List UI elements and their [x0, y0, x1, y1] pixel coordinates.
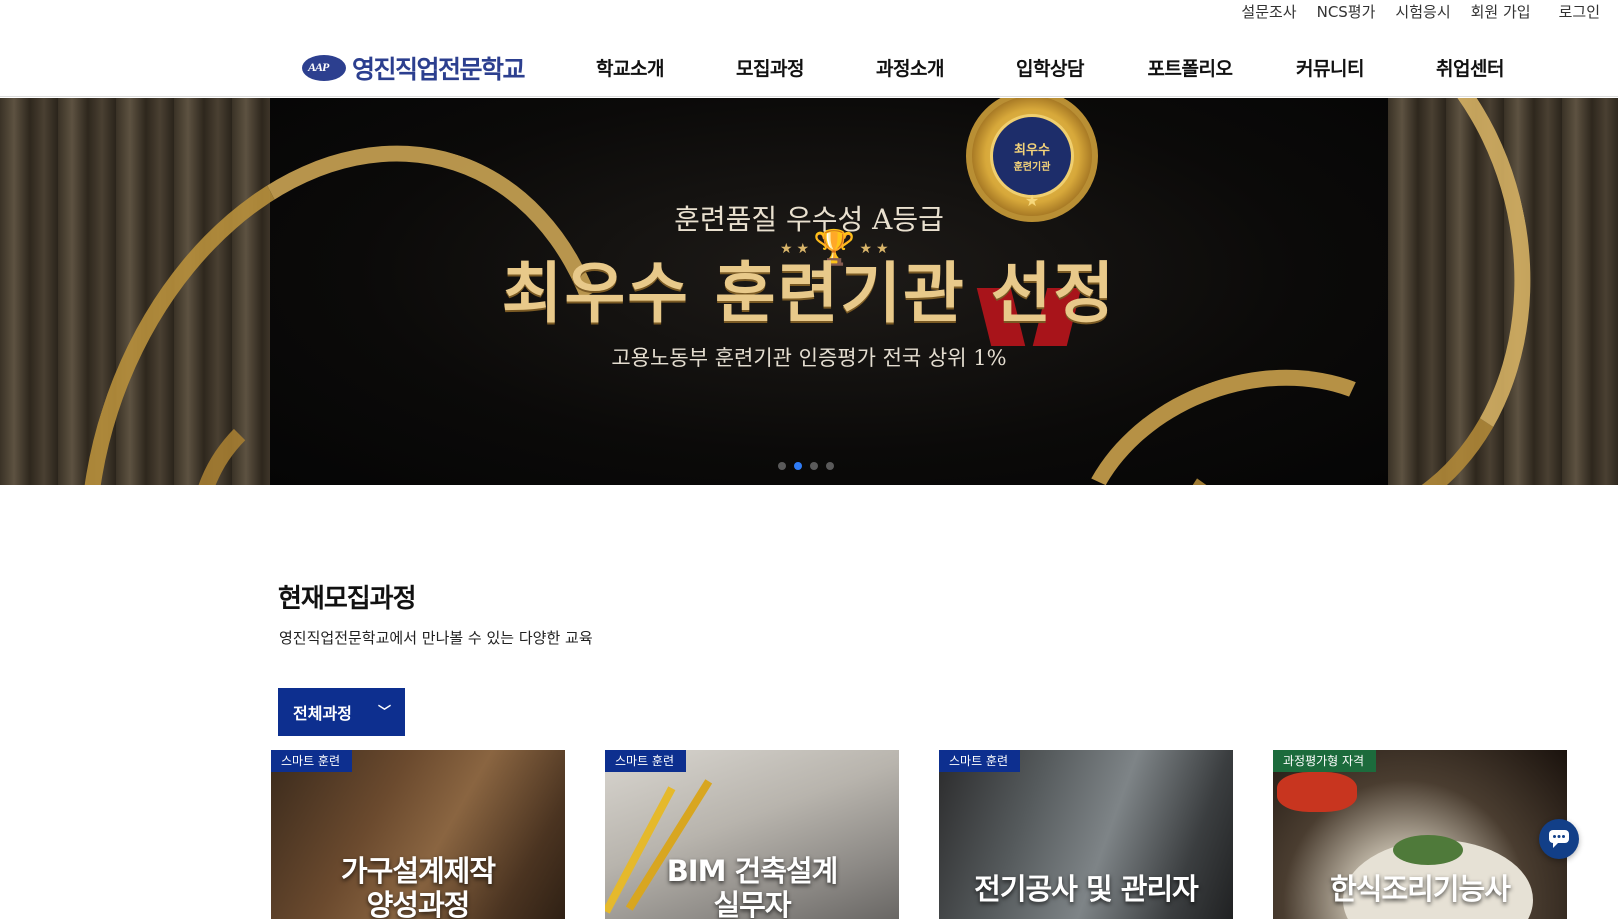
slider-dot[interactable]: [826, 462, 834, 470]
hero-title: 최우수 훈련기관 선정: [501, 254, 1117, 332]
hero-subtitle: 훈련품질 우수성 A등급: [674, 203, 944, 236]
util-link-ncs[interactable]: NCS평가: [1307, 0, 1386, 24]
util-link-survey[interactable]: 설문조사: [1231, 0, 1306, 24]
section-subtitle: 영진직업전문학교에서 만나볼 수 있는 다양한 교육: [279, 629, 593, 647]
logo-mark-text: AAP: [308, 60, 329, 74]
card-title-line: BIM 건축설계: [666, 854, 839, 888]
card-tag: 스마트 훈련: [271, 750, 353, 772]
medal-center: 최우수 훈련기관: [990, 114, 1074, 198]
course-card[interactable]: 과정평가형 자격 한식조리기능사: [1273, 750, 1567, 919]
card-tag: 과정평가형 자격: [1273, 750, 1377, 772]
slider-pagination: [778, 462, 834, 470]
card-title-line: 실무자: [713, 888, 791, 919]
card-title: 가구설계제작 양성과정: [271, 854, 565, 919]
nav-item-recruit[interactable]: 모집과정: [700, 54, 840, 81]
slider-dot[interactable]: [778, 462, 786, 470]
course-card-list: 스마트 훈련 가구설계제작 양성과정 스마트 훈련 BIM 건축설계 실무자 스…: [271, 750, 1567, 919]
main-nav: 학교소개 모집과정 과정소개 입학상담 포트폴리오 커뮤니티 취업센터: [560, 54, 1540, 81]
kimchi-decoration: [1277, 772, 1357, 812]
util-link-exam[interactable]: 시험응시: [1385, 0, 1460, 24]
card-title: 전기공사 및 관리자: [939, 872, 1233, 906]
util-link-login[interactable]: 로그인: [1541, 0, 1618, 24]
course-filter-select[interactable]: 전체과정 ﹀: [278, 688, 405, 736]
nav-item-portfolio[interactable]: 포트폴리오: [1120, 54, 1260, 81]
course-card[interactable]: 스마트 훈련 전기공사 및 관리자: [939, 750, 1233, 919]
chat-bubble-svg: [1549, 830, 1569, 848]
card-tag: 스마트 훈련: [939, 750, 1021, 772]
nav-item-jobs[interactable]: 취업센터: [1400, 54, 1540, 81]
course-card[interactable]: 스마트 훈련 BIM 건축설계 실무자: [605, 750, 899, 919]
filter-label: 전체과정: [293, 704, 352, 723]
nav-item-community[interactable]: 커뮤니티: [1260, 54, 1400, 81]
hero-description: 고용노동부 훈련기관 인증평가 전국 상위 1%: [611, 346, 1007, 370]
logo-text: 영진직업전문학교: [352, 55, 526, 84]
card-title-line: 전기공사 및 관리자: [974, 872, 1199, 906]
utility-bar: 설문조사 NCS평가 시험응시 회원 가입 로그인: [1231, 0, 1618, 24]
section-title: 현재모집과정: [278, 584, 417, 614]
nav-item-courses[interactable]: 과정소개: [840, 54, 980, 81]
hero-banner[interactable]: ★★🏆★★ 최우수 훈련기관 ★ 훈련품질 우수성 A등급 최우수 훈련기관 선…: [0, 98, 1618, 485]
logo-mark-icon: AAP: [302, 55, 346, 81]
site-logo[interactable]: AAP 영진직업전문학교: [302, 50, 526, 86]
medal-line1: 최우수: [1014, 143, 1050, 158]
garnish-decoration: [1393, 835, 1463, 865]
chevron-down-icon: ﹀: [377, 705, 391, 720]
slider-dot-active[interactable]: [794, 462, 802, 470]
util-link-signup[interactable]: 회원 가입: [1461, 0, 1541, 24]
medal-line2: 훈련기관: [1013, 162, 1051, 173]
card-title: 한식조리기능사: [1273, 872, 1567, 906]
card-title-line: 한식조리기능사: [1330, 872, 1511, 906]
slider-dot[interactable]: [810, 462, 818, 470]
site-header: AAP 영진직업전문학교 학교소개 모집과정 과정소개 입학상담 포트폴리오 커…: [0, 40, 1618, 97]
nav-item-about[interactable]: 학교소개: [560, 54, 700, 81]
nav-item-admission[interactable]: 입학상담: [980, 54, 1120, 81]
card-tag: 스마트 훈련: [605, 750, 687, 772]
card-title-line: 양성과정: [366, 888, 471, 919]
card-title-line: 가구설계제작: [340, 854, 496, 888]
chat-bubble-icon[interactable]: [1539, 819, 1579, 859]
card-title: BIM 건축설계 실무자: [605, 854, 899, 919]
course-card[interactable]: 스마트 훈련 가구설계제작 양성과정: [271, 750, 565, 919]
